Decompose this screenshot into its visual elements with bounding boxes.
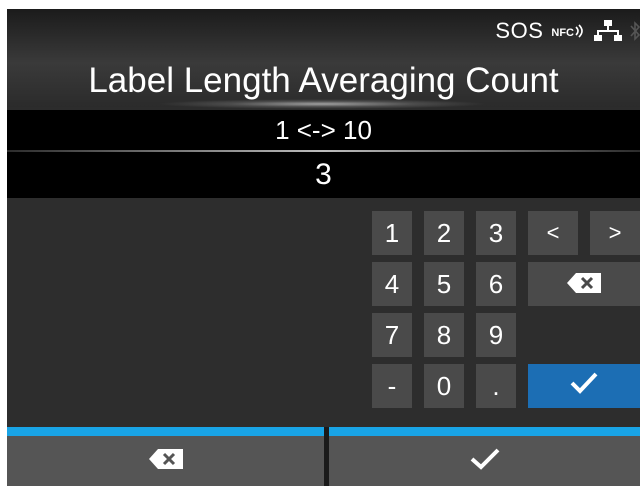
backspace-icon [148,448,183,474]
value-field[interactable]: 3 [7,152,640,198]
key-6[interactable]: 6 [476,262,516,306]
cancel-button[interactable] [7,427,324,486]
keypad: 1 2 3 < > 4 5 6 7 8 9 - 0 . [7,198,640,427]
header: SOS NFC Label Length Averaging Count [7,9,640,109]
network-icon [594,20,622,42]
check-icon [469,447,501,476]
key-1[interactable]: 1 [372,211,412,255]
printer-screen: SOS NFC Label Length Averaging Count 1 <… [7,9,640,486]
cursor-right-key[interactable]: > [590,211,640,255]
confirm-button[interactable] [329,427,640,486]
key-3[interactable]: 3 [476,211,516,255]
check-icon [569,371,599,402]
decimal-key[interactable]: . [476,364,516,408]
key-9[interactable]: 9 [476,313,516,357]
key-4[interactable]: 4 [372,262,412,306]
minus-key[interactable]: - [372,364,412,408]
header-glow [157,99,487,109]
cursor-left-key[interactable]: < [528,211,578,255]
key-2[interactable]: 2 [424,211,464,255]
enter-key[interactable] [528,364,640,408]
key-5[interactable]: 5 [424,262,464,306]
status-bar: SOS NFC [495,17,640,45]
sos-indicator: SOS [495,18,544,43]
key-0[interactable]: 0 [424,364,464,408]
key-8[interactable]: 8 [424,313,464,357]
footer [7,427,640,486]
bluetooth-icon [630,20,640,42]
nfc-label: NFC [551,27,574,39]
page-title: Label Length Averaging Count [88,61,559,100]
backspace-key[interactable] [528,262,640,306]
key-7[interactable]: 7 [372,313,412,357]
value-range: 1 <-> 10 [7,110,640,150]
backspace-icon [567,269,601,300]
nfc-icon: NFC [551,23,586,39]
